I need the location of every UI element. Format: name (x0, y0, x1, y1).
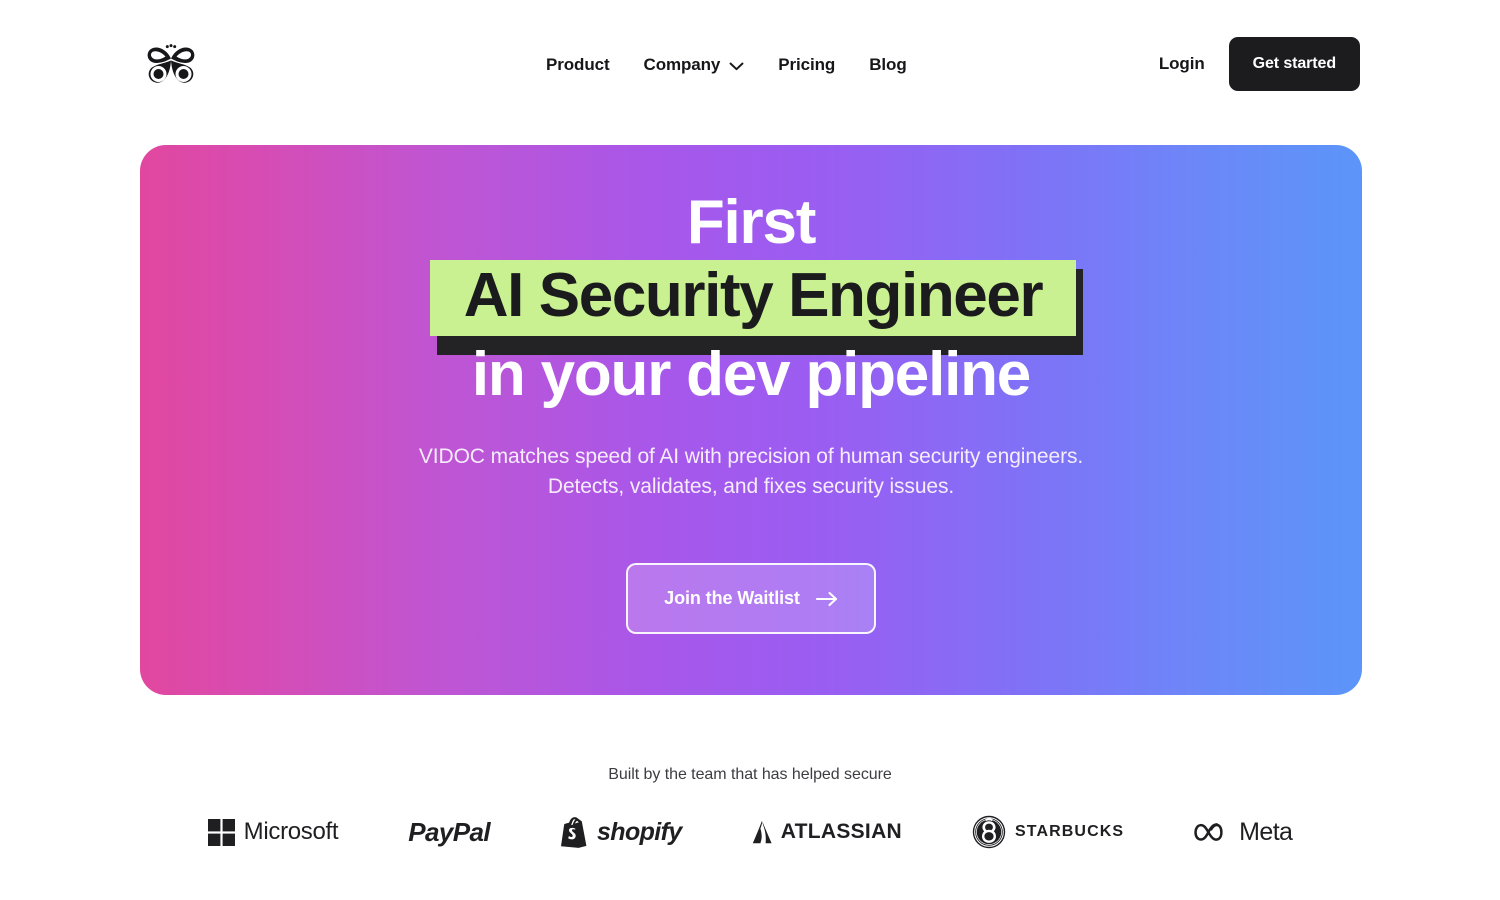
atlassian-mark-icon (752, 820, 772, 844)
hero-headline-line3: in your dev pipeline (471, 340, 1031, 409)
microsoft-squares-icon (207, 818, 235, 846)
hero-headline-line1: First (686, 188, 817, 257)
nav-item-product[interactable]: Product (546, 48, 610, 82)
brand-meta: Meta (1194, 812, 1293, 852)
brand-name-meta: Meta (1239, 817, 1293, 846)
brand-starbucks: STARBUCKS (972, 812, 1124, 852)
nav-item-blog[interactable]: Blog (869, 48, 906, 82)
highlight-label: AI Security Engineer (463, 261, 1044, 330)
starbucks-siren-icon (972, 815, 1006, 849)
brand-name-microsoft: Microsoft (243, 818, 339, 845)
brand-paypal: PayPal (408, 812, 490, 852)
social-proof-section: Built by the team that has helped secure… (0, 762, 1500, 849)
shopify-bag-icon (560, 816, 588, 848)
hero-headline-highlight: AI Security Engineer (430, 260, 1083, 355)
brand-atlassian: ATLASSIAN (752, 812, 902, 852)
arrow-right-icon (815, 591, 838, 607)
brand-name-paypal: PayPal (408, 816, 490, 847)
nav-label-pricing: Pricing (778, 55, 836, 74)
meta-infinity-icon (1194, 821, 1230, 843)
nav-item-pricing[interactable]: Pricing (778, 48, 835, 82)
brand-name-shopify: shopify (596, 817, 682, 846)
brand-shopify: shopify (560, 812, 682, 852)
brand-name-atlassian: ATLASSIAN (780, 820, 902, 843)
hero-banner: First AI Security Engineer in your dev p… (140, 145, 1362, 695)
social-proof-caption: Built by the team that has helped secure (608, 766, 892, 783)
hero-subtitle-line1: VIDOC matches speed of AI with precision… (418, 445, 1084, 468)
nav-item-company[interactable]: Company (644, 48, 745, 82)
brand-name-starbucks: STARBUCKS (1015, 823, 1125, 840)
highlight-box: AI Security Engineer (430, 260, 1076, 336)
chevron-down-icon (729, 62, 744, 71)
hero-subtitle-line2: Detects, validates, and fixes security i… (547, 475, 955, 498)
butterfly-logo-icon[interactable] (140, 38, 202, 90)
hero-subtitle: VIDOC matches speed of AI with precision… (140, 442, 1362, 502)
landing-page: Product Company Pricing Blog Login Get s… (0, 0, 1500, 900)
login-link[interactable]: Login (1159, 54, 1205, 74)
site-header: Product Company Pricing Blog Login Get s… (0, 0, 1500, 128)
main-navigation: Product Company Pricing Blog (546, 48, 907, 82)
brand-microsoft: Microsoft (207, 812, 339, 852)
join-waitlist-label: Join the Waitlist (664, 588, 800, 608)
nav-label-blog: Blog (869, 55, 907, 74)
get-started-button[interactable]: Get started (1228, 37, 1360, 91)
hero-cta-container: Join the Waitlist (140, 563, 1362, 634)
nav-label-company: Company (643, 55, 721, 74)
brand-logo-row: Microsoft PayPal shopify ATLASSIAN STARB… (0, 812, 1500, 852)
join-waitlist-button[interactable]: Join the Waitlist (626, 563, 876, 634)
nav-label-product: Product (546, 55, 610, 74)
auth-actions: Login Get started (1159, 37, 1360, 91)
